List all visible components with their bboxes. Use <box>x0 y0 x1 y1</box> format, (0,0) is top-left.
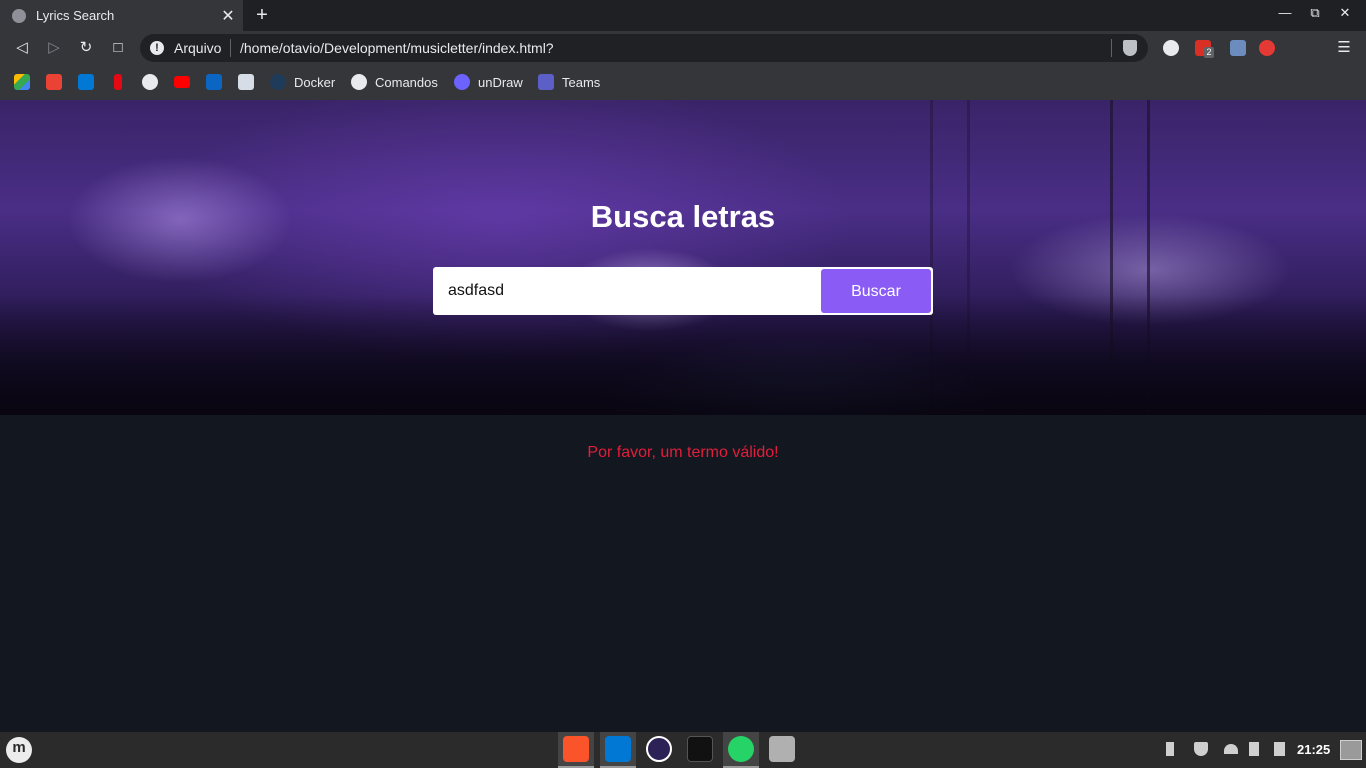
bluetooth-icon[interactable] <box>1166 742 1174 756</box>
divider <box>1111 39 1112 57</box>
github-icon[interactable] <box>142 74 158 90</box>
search-button[interactable]: Buscar <box>821 269 931 313</box>
info-icon[interactable]: ! <box>150 41 164 55</box>
brave-icon <box>563 736 589 762</box>
show-desktop-icon[interactable] <box>1340 740 1362 760</box>
whatsapp-icon <box>728 736 754 762</box>
brave-shields-icon[interactable] <box>1123 40 1137 56</box>
taskbar-brave[interactable] <box>558 732 594 768</box>
browser-toolbar: ◁ ▷ ↻ □ ! Arquivo /home/otavio/Developme… <box>0 31 1366 65</box>
close-tab-icon[interactable]: ✕ <box>221 6 235 26</box>
eclipse-icon <box>646 736 672 762</box>
scheme-label: Arquivo <box>174 40 222 56</box>
folder-icon <box>769 736 795 762</box>
extension-badge: 2 <box>1204 47 1214 58</box>
taskbar-vscode[interactable] <box>600 732 636 768</box>
search-input[interactable] <box>433 267 819 315</box>
calendar-extension-icon[interactable]: 2 <box>1195 40 1214 58</box>
address-bar[interactable]: ! Arquivo /home/otavio/Development/music… <box>140 34 1148 62</box>
terminal-icon <box>687 736 713 762</box>
bookmark-label: Comandos <box>375 74 438 90</box>
pencil-extension-icon[interactable] <box>1230 40 1246 56</box>
back-icon[interactable]: ◁ <box>12 38 32 58</box>
docker-icon <box>270 74 286 90</box>
taskbar-eclipse[interactable] <box>641 732 677 766</box>
tab-lyrics-search[interactable]: Lyrics Search ✕ <box>0 0 243 31</box>
divider <box>230 39 231 57</box>
restore-icon[interactable]: ⧉ <box>1307 5 1323 21</box>
new-tab-button[interactable]: + <box>253 4 271 27</box>
url-text[interactable]: /home/otavio/Development/musicletter/ind… <box>240 40 554 56</box>
taskbar-whatsapp[interactable] <box>723 732 759 768</box>
bookmark-undraw[interactable]: unDraw <box>454 73 523 91</box>
wifi-icon[interactable] <box>1224 744 1238 754</box>
taskbar-terminal[interactable] <box>682 732 718 766</box>
app-bookmark-icon[interactable] <box>238 74 254 90</box>
bookmark-comandos[interactable]: Comandos <box>351 73 438 91</box>
update-shield-icon[interactable] <box>1194 742 1208 756</box>
linux-mint-menu-icon[interactable] <box>6 737 32 763</box>
browser-tab-strip: Lyrics Search ✕ + — ⧉ ✕ <box>0 0 1366 31</box>
github-icon <box>351 74 367 90</box>
os-taskbar: 21:25 <box>0 732 1366 768</box>
globe-icon <box>12 8 26 23</box>
vscode-icon <box>605 736 631 762</box>
bookmark-icon[interactable]: □ <box>108 38 128 58</box>
close-window-icon[interactable]: ✕ <box>1337 5 1353 21</box>
bookmark-label: unDraw <box>478 74 523 90</box>
bookmark-teams[interactable]: Teams <box>538 73 600 91</box>
bookmark-docker[interactable]: Docker <box>270 73 335 91</box>
undraw-icon <box>454 74 470 90</box>
outlook-icon[interactable] <box>78 74 94 90</box>
clock[interactable]: 21:25 <box>1297 742 1330 757</box>
clipboard-icon[interactable] <box>1274 742 1285 756</box>
adblock-extension-icon[interactable] <box>1259 40 1275 56</box>
bookmarks-bar: Docker Comandos unDraw Teams <box>0 65 1366 100</box>
error-message: Por favor, um termo válido! <box>587 444 779 461</box>
netflix-icon[interactable] <box>114 74 122 90</box>
bookmark-label: Teams <box>562 74 601 90</box>
forward-icon[interactable]: ▷ <box>44 38 64 58</box>
menu-icon[interactable]: ☰ <box>1334 38 1354 58</box>
github-extension-icon[interactable] <box>1163 40 1179 56</box>
linkedin-icon[interactable] <box>206 74 222 90</box>
minimize-icon[interactable]: — <box>1277 5 1293 20</box>
hero-banner <box>0 100 1366 415</box>
teams-icon <box>538 74 554 90</box>
reload-icon[interactable]: ↻ <box>76 38 96 58</box>
youtube-icon[interactable] <box>174 76 190 88</box>
taskbar-files[interactable] <box>764 732 800 766</box>
bookmark-label: Docker <box>294 74 336 90</box>
gmail-icon[interactable] <box>46 74 62 90</box>
tab-title: Lyrics Search <box>36 8 115 23</box>
google-drive-icon[interactable] <box>14 74 30 90</box>
sound-icon[interactable] <box>1249 742 1259 756</box>
page-title: Busca letras <box>590 199 776 234</box>
